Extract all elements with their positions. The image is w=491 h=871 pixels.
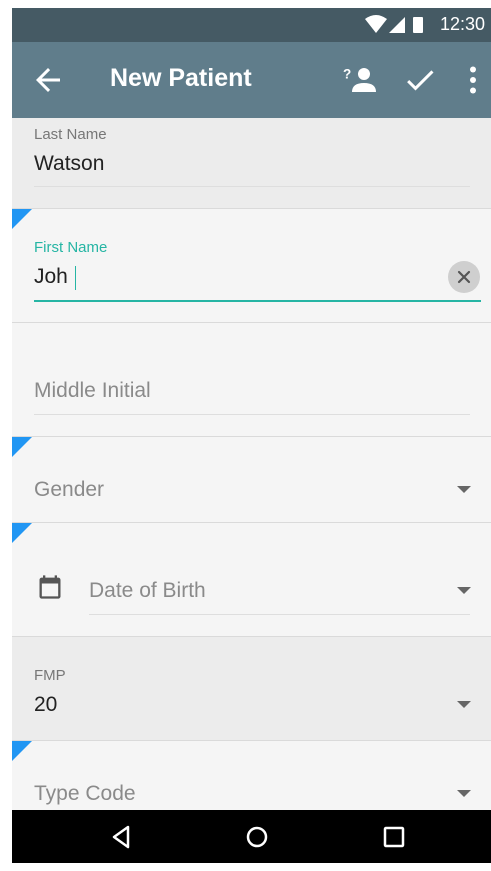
middle-initial-underline (34, 414, 470, 415)
date-of-birth-section: Date of Birth (12, 523, 491, 637)
date-of-birth-field[interactable]: Date of Birth (89, 579, 206, 603)
first-name-underline (34, 300, 481, 302)
nav-home-icon[interactable] (242, 822, 272, 852)
more-vert-icon[interactable] (455, 62, 491, 98)
type-code-select[interactable]: Type Code (34, 782, 136, 806)
svg-text:?: ? (343, 67, 351, 82)
required-flag (12, 741, 32, 761)
type-code-section: Type Code (12, 741, 491, 810)
status-icons (365, 15, 423, 33)
required-flag (12, 209, 32, 229)
clear-button[interactable] (448, 261, 480, 293)
first-name-section: First Name Joh (12, 209, 491, 323)
fmp-select[interactable]: 20 (34, 693, 57, 717)
clear-icon (457, 270, 471, 284)
required-flag (12, 437, 32, 457)
back-arrow-icon[interactable] (30, 62, 66, 98)
status-bar: 12:30 (12, 8, 491, 42)
wifi-icon (365, 15, 387, 33)
middle-initial-field[interactable]: Middle Initial (34, 379, 151, 403)
app-bar: New Patient ? (12, 42, 491, 118)
phone-screen: 12:30 New Patient ? Last Name Watson Fir… (12, 8, 491, 863)
status-time: 12:30 (439, 14, 485, 34)
fmp-section: FMP 20 (12, 637, 491, 741)
calendar-icon[interactable] (36, 573, 64, 601)
nav-back-icon[interactable] (106, 822, 136, 852)
last-name-underline (34, 186, 470, 187)
dropdown-arrow-icon[interactable] (457, 587, 471, 594)
patient-lookup-icon[interactable]: ? (343, 62, 379, 98)
fmp-label: FMP (34, 667, 66, 684)
gender-select[interactable]: Gender (34, 478, 104, 502)
date-of-birth-underline (89, 614, 470, 615)
dropdown-arrow-icon[interactable] (457, 790, 471, 797)
first-name-field[interactable]: Joh (34, 265, 68, 289)
last-name-label: Last Name (34, 126, 107, 143)
last-name-section: Last Name Watson (12, 118, 491, 209)
page-title: New Patient (110, 64, 252, 92)
dropdown-arrow-icon[interactable] (457, 486, 471, 493)
dropdown-arrow-icon[interactable] (457, 701, 471, 708)
first-name-label: First Name (34, 239, 108, 256)
battery-icon (413, 17, 423, 33)
signal-icon (389, 17, 405, 33)
check-icon[interactable] (402, 62, 438, 98)
middle-initial-section: Middle Initial (12, 323, 491, 437)
text-cursor (75, 266, 76, 290)
nav-recents-icon[interactable] (379, 822, 409, 852)
system-nav-bar (12, 810, 491, 863)
patient-form: Last Name Watson First Name Joh Middle I… (12, 118, 491, 810)
last-name-field[interactable]: Watson (34, 152, 104, 176)
required-flag (12, 523, 32, 543)
gender-section: Gender (12, 437, 491, 523)
